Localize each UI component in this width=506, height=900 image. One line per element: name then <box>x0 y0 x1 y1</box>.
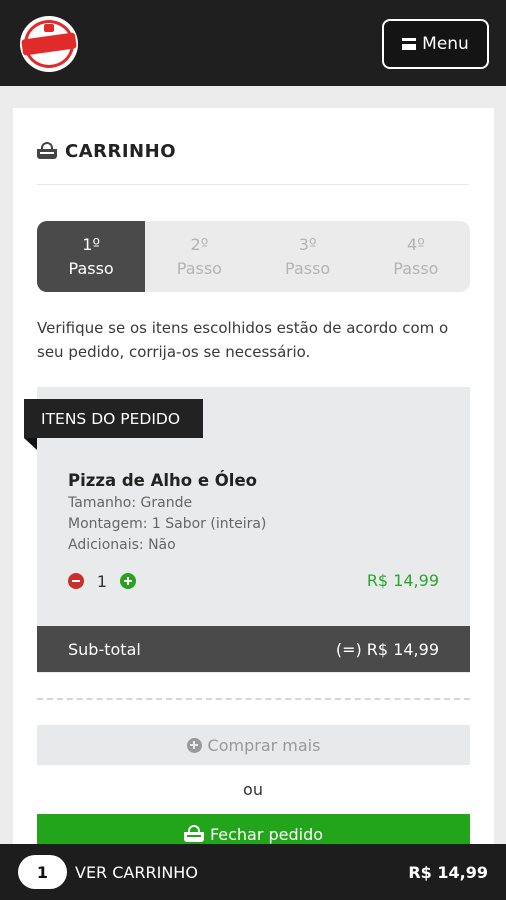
item-extras: Adicionais: Não <box>68 537 176 553</box>
cart-count-badge: 1 <box>18 855 67 889</box>
top-bar: Menu <box>0 0 506 86</box>
step-number: 4º <box>407 234 425 254</box>
subtotal-label: Sub-total <box>68 639 141 659</box>
step-label: Passo <box>176 258 222 278</box>
dashed-divider <box>37 698 470 700</box>
checkout-steps: 1º Passo 2º Passo 3º Passo 4º Passo <box>37 221 470 292</box>
basket-icon <box>183 825 204 843</box>
view-cart-label: VER CARRINHO <box>75 862 198 882</box>
tag-fold <box>24 438 37 450</box>
step-number: 2º <box>190 234 209 254</box>
order-section-title: ITENS DO PEDIDO <box>24 399 203 438</box>
subtotal-value: (=) R$ 14,99 <box>335 639 439 659</box>
menu-label: Menu <box>422 34 469 54</box>
step-label: Passo <box>68 258 114 278</box>
subtotal-row: Sub-total (=) R$ 14,99 <box>37 626 470 672</box>
step-2[interactable]: 2º Passo <box>145 221 253 292</box>
item-size: Tamanho: Grande <box>68 495 193 511</box>
buy-more-label: Comprar mais <box>207 735 321 755</box>
item-assembly: Montagem: 1 Sabor (inteira) <box>68 516 267 532</box>
page-title: CARRINHO <box>65 140 176 162</box>
step-3[interactable]: 3º Passo <box>254 221 362 292</box>
page-title-row: CARRINHO <box>37 138 176 164</box>
item-name: Pizza de Alho e Óleo <box>68 471 257 490</box>
divider <box>37 184 469 185</box>
quantity-value: 1 <box>96 571 108 591</box>
basket-icon <box>37 142 57 160</box>
menu-button[interactable]: Menu <box>382 19 489 69</box>
restaurant-logo[interactable] <box>20 16 78 72</box>
step-label: Passo <box>393 258 439 278</box>
instructions-text: Verifique se os itens escolhidos estão d… <box>37 319 449 361</box>
item-price: R$ 14,99 <box>366 571 439 590</box>
or-separator: ou <box>243 780 263 799</box>
step-4[interactable]: 4º Passo <box>362 221 470 292</box>
minus-circle-icon[interactable] <box>68 573 84 589</box>
menu-icon <box>402 38 417 50</box>
step-label: Passo <box>285 258 331 278</box>
plus-circle-icon[interactable] <box>120 573 136 589</box>
quantity-stepper: 1 <box>68 571 136 591</box>
buy-more-button[interactable]: Comprar mais <box>37 725 470 765</box>
cart-total: R$ 14,99 <box>408 862 488 882</box>
step-number: 1º <box>82 234 100 254</box>
plus-circle-icon <box>186 737 202 753</box>
step-1[interactable]: 1º Passo <box>37 221 146 292</box>
step-number: 3º <box>298 234 317 254</box>
close-order-label: Fechar pedido <box>209 824 324 844</box>
view-cart-bar[interactable]: 1 VER CARRINHO R$ 14,99 <box>0 844 506 900</box>
